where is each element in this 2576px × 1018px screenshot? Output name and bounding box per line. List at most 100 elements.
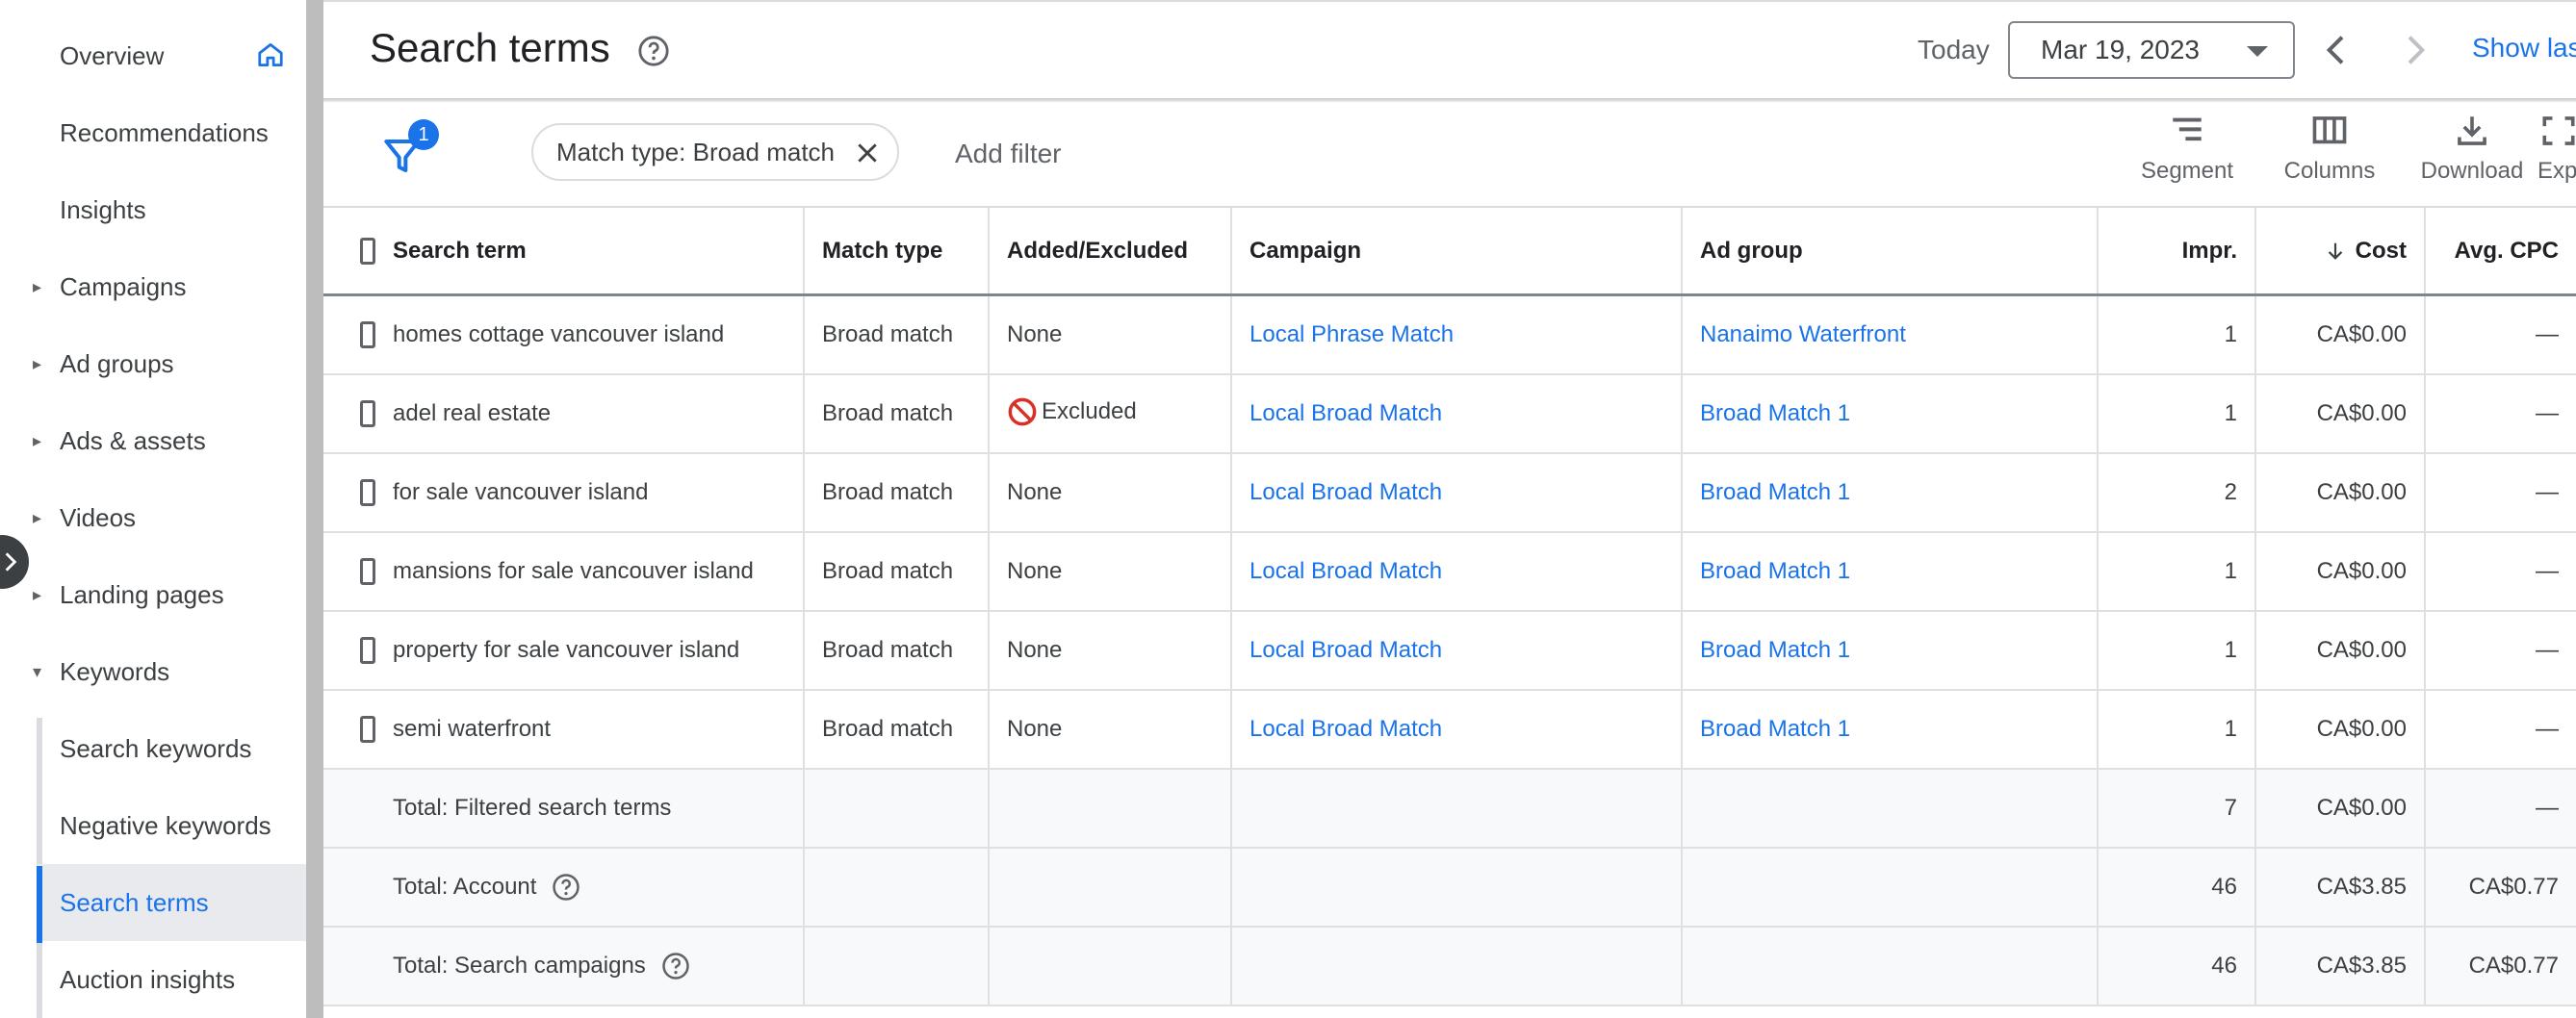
added-excluded-cell[interactable]: None bbox=[990, 612, 1232, 689]
sidebar-item-ads-assets[interactable]: ▸ Ads & assets bbox=[0, 402, 306, 479]
column-header-avg-cpc[interactable]: Avg. CPC bbox=[2426, 208, 2576, 293]
expand-button[interactable]: Expan bbox=[2530, 114, 2576, 200]
sidebar-item-search-keywords[interactable]: Search keywords bbox=[37, 710, 306, 787]
caret-right-icon: ▸ bbox=[33, 507, 42, 527]
total-label: Total: Search campaigns bbox=[393, 953, 646, 979]
sidebar-item-insights[interactable]: Insights bbox=[0, 171, 306, 248]
sidebar: Overview Recommendations Insights ▸ Campaign… bbox=[0, 0, 306, 1018]
column-header-added-excluded[interactable]: Added/Excluded bbox=[990, 208, 1232, 293]
sidebar-item-label: Campaigns bbox=[60, 271, 187, 301]
impr-cell: 2 bbox=[2099, 454, 2256, 531]
table-row[interactable]: for sale vancouver island Broad match None… bbox=[323, 454, 2576, 533]
campaign-link[interactable]: Local Broad Match bbox=[1232, 691, 1683, 768]
add-filter-button[interactable]: Add filter bbox=[955, 139, 1062, 169]
ad-group-link[interactable]: Broad Match 1 bbox=[1683, 612, 2099, 689]
table-row[interactable]: property for sale vancouver island Broad … bbox=[323, 612, 2576, 691]
search-term-cell: homes cottage vancouver island bbox=[375, 296, 805, 373]
column-header-campaign[interactable]: Campaign bbox=[1232, 208, 1683, 293]
sidebar-scrollbar[interactable] bbox=[306, 0, 323, 1018]
empty-cell bbox=[1232, 928, 1683, 1005]
sidebar-item-negative-keywords[interactable]: Negative keywords bbox=[37, 787, 306, 864]
sidebar-item-label: Keywords bbox=[60, 656, 170, 686]
date-picker[interactable]: Mar 19, 2023 bbox=[2008, 21, 2295, 79]
total-spacer-cell bbox=[323, 849, 375, 926]
table-row[interactable]: adel real estate Broad match Excluded Local… bbox=[323, 375, 2576, 454]
campaign-link[interactable]: Local Broad Match bbox=[1232, 533, 1683, 610]
filter-chip-match-type[interactable]: Match type: Broad match bbox=[531, 123, 899, 181]
campaign-link[interactable]: Local Broad Match bbox=[1232, 375, 1683, 452]
sidebar-item-landing-pages[interactable]: ▸ Landing pages bbox=[0, 556, 306, 633]
previous-period-icon[interactable] bbox=[2318, 31, 2357, 69]
total-avg-cpc-cell: CA$0.77 bbox=[2468, 874, 2559, 900]
ad-group-link[interactable]: Broad Match 1 bbox=[1683, 691, 2099, 768]
sidebar-item-auction-insights[interactable]: Auction insights bbox=[37, 941, 306, 1018]
empty-cell bbox=[1683, 849, 2099, 926]
added-excluded-cell[interactable]: None bbox=[990, 454, 1232, 531]
campaign-link[interactable]: Local Broad Match bbox=[1232, 612, 1683, 689]
cost-cell: CA$0.00 bbox=[2256, 612, 2426, 689]
sidebar-item-label: Overview bbox=[60, 40, 165, 70]
ad-group-link[interactable]: Broad Match 1 bbox=[1683, 375, 2099, 452]
added-excluded-cell[interactable]: None bbox=[990, 533, 1232, 610]
cost-cell: CA$0.00 bbox=[2256, 375, 2426, 452]
home-icon[interactable] bbox=[256, 40, 285, 69]
ad-group-link[interactable]: Nanaimo Waterfront bbox=[1683, 296, 2099, 373]
ad-group-link[interactable]: Broad Match 1 bbox=[1683, 454, 2099, 531]
added-excluded-cell[interactable]: None bbox=[990, 296, 1232, 373]
filter-bar: 1 Match type: Broad match Add filter Seg… bbox=[323, 102, 2576, 208]
close-icon[interactable] bbox=[855, 140, 880, 165]
table-row[interactable]: semi waterfront Broad match None Local Broa… bbox=[323, 691, 2576, 770]
help-icon[interactable] bbox=[637, 35, 670, 67]
select-all-checkbox[interactable] bbox=[360, 237, 375, 265]
total-impr-cell: 7 bbox=[2099, 770, 2256, 847]
row-checkbox[interactable] bbox=[360, 400, 375, 427]
sidebar-item-campaigns[interactable]: ▸ Campaigns bbox=[0, 248, 306, 325]
help-icon[interactable] bbox=[661, 952, 690, 980]
row-checkbox[interactable] bbox=[360, 637, 375, 664]
cost-cell: CA$0.00 bbox=[2256, 296, 2426, 373]
total-spacer-cell bbox=[323, 770, 375, 847]
row-checkbox[interactable] bbox=[360, 321, 375, 348]
chevron-right-icon bbox=[5, 552, 17, 572]
row-checkbox[interactable] bbox=[360, 558, 375, 585]
row-checkbox[interactable] bbox=[360, 479, 375, 506]
match-type-cell: Broad match bbox=[805, 691, 990, 768]
download-button[interactable]: Download bbox=[2405, 114, 2539, 200]
column-header-impr[interactable]: Impr. bbox=[2099, 208, 2256, 293]
column-header-match-type[interactable]: Match type bbox=[805, 208, 990, 293]
next-period-icon[interactable] bbox=[2395, 31, 2434, 69]
campaign-link[interactable]: Local Phrase Match bbox=[1232, 296, 1683, 373]
table-row[interactable]: mansions for sale vancouver island Broad … bbox=[323, 533, 2576, 612]
sidebar-item-ad-groups[interactable]: ▸ Ad groups bbox=[0, 325, 306, 402]
sidebar-item-label: Search keywords bbox=[60, 733, 252, 763]
show-last-link[interactable]: Show las bbox=[2472, 33, 2576, 64]
avg-cpc-cell: — bbox=[2536, 400, 2559, 426]
search-term-cell: mansions for sale vancouver island bbox=[375, 533, 805, 610]
sidebar-item-label: Insights bbox=[60, 194, 146, 224]
segment-button[interactable]: Segment bbox=[2120, 114, 2254, 200]
sidebar-item-videos[interactable]: ▸ Videos bbox=[0, 479, 306, 556]
sort-descending-icon bbox=[2328, 242, 2342, 260]
search-term-cell: semi waterfront bbox=[375, 691, 805, 768]
table-row[interactable]: homes cottage vancouver island Broad matc… bbox=[323, 296, 2576, 375]
impr-cell: 1 bbox=[2099, 612, 2256, 689]
added-excluded-cell[interactable]: None bbox=[990, 691, 1232, 768]
sidebar-item-label: Videos bbox=[60, 502, 137, 532]
sidebar-item-search-terms[interactable]: Search terms bbox=[37, 864, 306, 941]
campaign-link[interactable]: Local Broad Match bbox=[1232, 454, 1683, 531]
ad-group-link[interactable]: Broad Match 1 bbox=[1683, 533, 2099, 610]
help-icon[interactable] bbox=[552, 873, 580, 902]
added-excluded-cell[interactable]: Excluded bbox=[990, 375, 1232, 452]
sidebar-item-keywords[interactable]: ▾ Keywords bbox=[0, 633, 306, 710]
column-header-ad-group[interactable]: Ad group bbox=[1683, 208, 2099, 293]
date-range-label: Today bbox=[1918, 35, 1990, 64]
column-header-search-term[interactable]: Search term bbox=[375, 208, 805, 293]
sidebar-item-label: Negative keywords bbox=[60, 810, 271, 840]
column-header-cost[interactable]: Cost bbox=[2256, 208, 2426, 293]
total-label-cell: Total: Account bbox=[375, 849, 805, 926]
total-label-cell: Total: Filtered search terms bbox=[375, 770, 805, 847]
row-checkbox[interactable] bbox=[360, 716, 375, 743]
sidebar-item-recommendations[interactable]: Recommendations bbox=[0, 94, 306, 171]
columns-button[interactable]: Columns bbox=[2262, 114, 2397, 200]
page-title: Search terms bbox=[370, 25, 610, 70]
